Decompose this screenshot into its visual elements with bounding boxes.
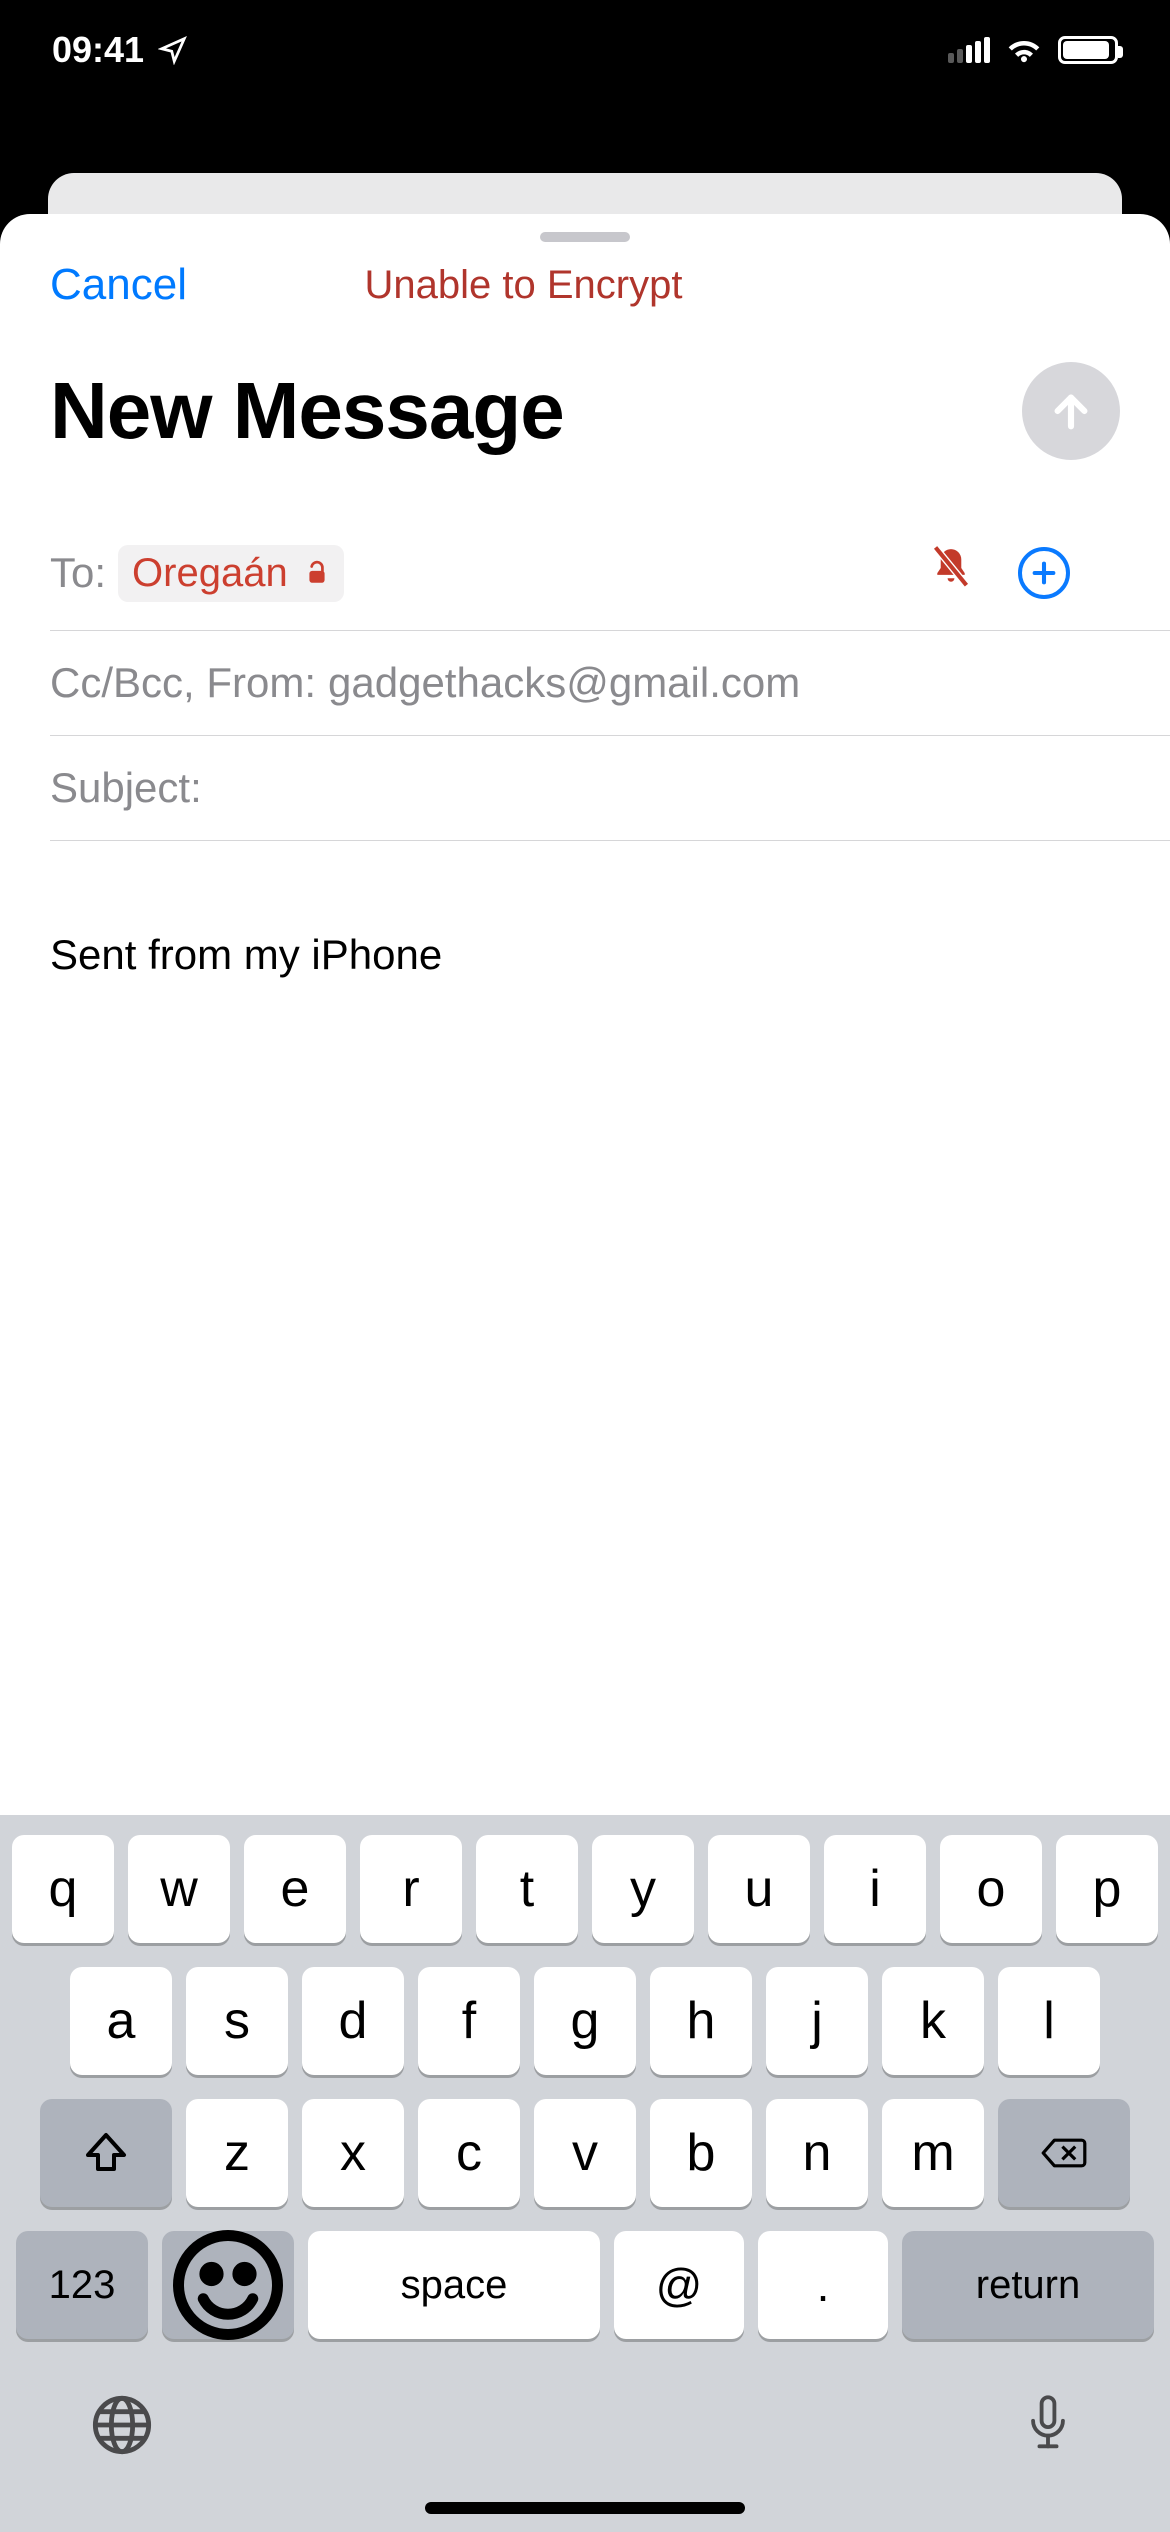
shift-icon [82, 2129, 130, 2177]
key-b[interactable]: b [650, 2099, 752, 2207]
emoji-icon [162, 2219, 294, 2351]
unlock-icon [304, 551, 330, 596]
dot-key[interactable]: . [758, 2231, 888, 2339]
backspace-icon [1040, 2129, 1088, 2177]
status-time: 09:41 [52, 29, 144, 71]
key-u[interactable]: u [708, 1835, 810, 1943]
home-indicator[interactable] [425, 2502, 745, 2514]
encryption-status: Unable to Encrypt [87, 263, 960, 308]
ccbcc-label: Cc/Bcc, From: [50, 659, 316, 707]
send-button[interactable] [1022, 362, 1120, 460]
key-a[interactable]: a [70, 1967, 172, 2075]
key-o[interactable]: o [940, 1835, 1042, 1943]
key-f[interactable]: f [418, 1967, 520, 2075]
key-e[interactable]: e [244, 1835, 346, 1943]
sheet-grabber[interactable] [540, 232, 630, 242]
location-arrow-icon [158, 35, 188, 65]
subject-label: Subject: [50, 764, 202, 812]
subject-field[interactable]: Subject: [50, 736, 1170, 841]
key-y[interactable]: y [592, 1835, 694, 1943]
key-q[interactable]: q [12, 1835, 114, 1943]
at-key[interactable]: @ [614, 2231, 744, 2339]
key-p[interactable]: p [1056, 1835, 1158, 1943]
key-m[interactable]: m [882, 2099, 984, 2207]
globe-icon [90, 2393, 154, 2457]
add-contact-button[interactable] [1018, 547, 1070, 599]
from-address: gadgethacks@gmail.com [328, 659, 800, 707]
arrow-up-icon [1048, 388, 1094, 434]
keyboard: qwertyuiop asdfghjkl zxcvbnm 123 space @… [0, 1815, 1170, 2532]
to-field[interactable]: To: Oregaán [50, 516, 1170, 631]
battery-icon [1058, 36, 1118, 64]
key-g[interactable]: g [534, 1967, 636, 2075]
space-key[interactable]: space [308, 2231, 600, 2339]
to-label: To: [50, 549, 106, 597]
ccbcc-from-field[interactable]: Cc/Bcc, From: gadgethacks@gmail.com [50, 631, 1170, 736]
cellular-signal-icon [948, 37, 990, 63]
key-r[interactable]: r [360, 1835, 462, 1943]
message-body[interactable]: Sent from my iPhone [0, 841, 1170, 979]
wifi-icon [1004, 33, 1044, 68]
dictation-key[interactable] [1016, 2393, 1080, 2462]
key-n[interactable]: n [766, 2099, 868, 2207]
body-signature: Sent from my iPhone [50, 931, 1120, 979]
key-k[interactable]: k [882, 1967, 984, 2075]
bell-off-icon[interactable] [930, 544, 972, 602]
key-w[interactable]: w [128, 1835, 230, 1943]
key-j[interactable]: j [766, 1967, 868, 2075]
key-z[interactable]: z [186, 2099, 288, 2207]
key-c[interactable]: c [418, 2099, 520, 2207]
globe-key[interactable] [90, 2393, 154, 2462]
key-d[interactable]: d [302, 1967, 404, 2075]
key-x[interactable]: x [302, 2099, 404, 2207]
compose-sheet: Cancel Unable to Encrypt New Message To:… [0, 214, 1170, 2532]
key-v[interactable]: v [534, 2099, 636, 2207]
emoji-key[interactable] [162, 2231, 294, 2339]
return-key[interactable]: return [902, 2231, 1154, 2339]
key-h[interactable]: h [650, 1967, 752, 2075]
microphone-icon [1016, 2393, 1080, 2457]
plus-icon [1030, 559, 1058, 587]
key-i[interactable]: i [824, 1835, 926, 1943]
backspace-key[interactable] [998, 2099, 1130, 2207]
status-bar: 09:41 [0, 0, 1170, 100]
key-t[interactable]: t [476, 1835, 578, 1943]
key-l[interactable]: l [998, 1967, 1100, 2075]
numbers-key[interactable]: 123 [16, 2231, 148, 2339]
recipient-name: Oregaán [132, 551, 288, 596]
shift-key[interactable] [40, 2099, 172, 2207]
recipient-chip[interactable]: Oregaán [118, 545, 344, 602]
key-s[interactable]: s [186, 1967, 288, 2075]
compose-title: New Message [50, 365, 564, 457]
